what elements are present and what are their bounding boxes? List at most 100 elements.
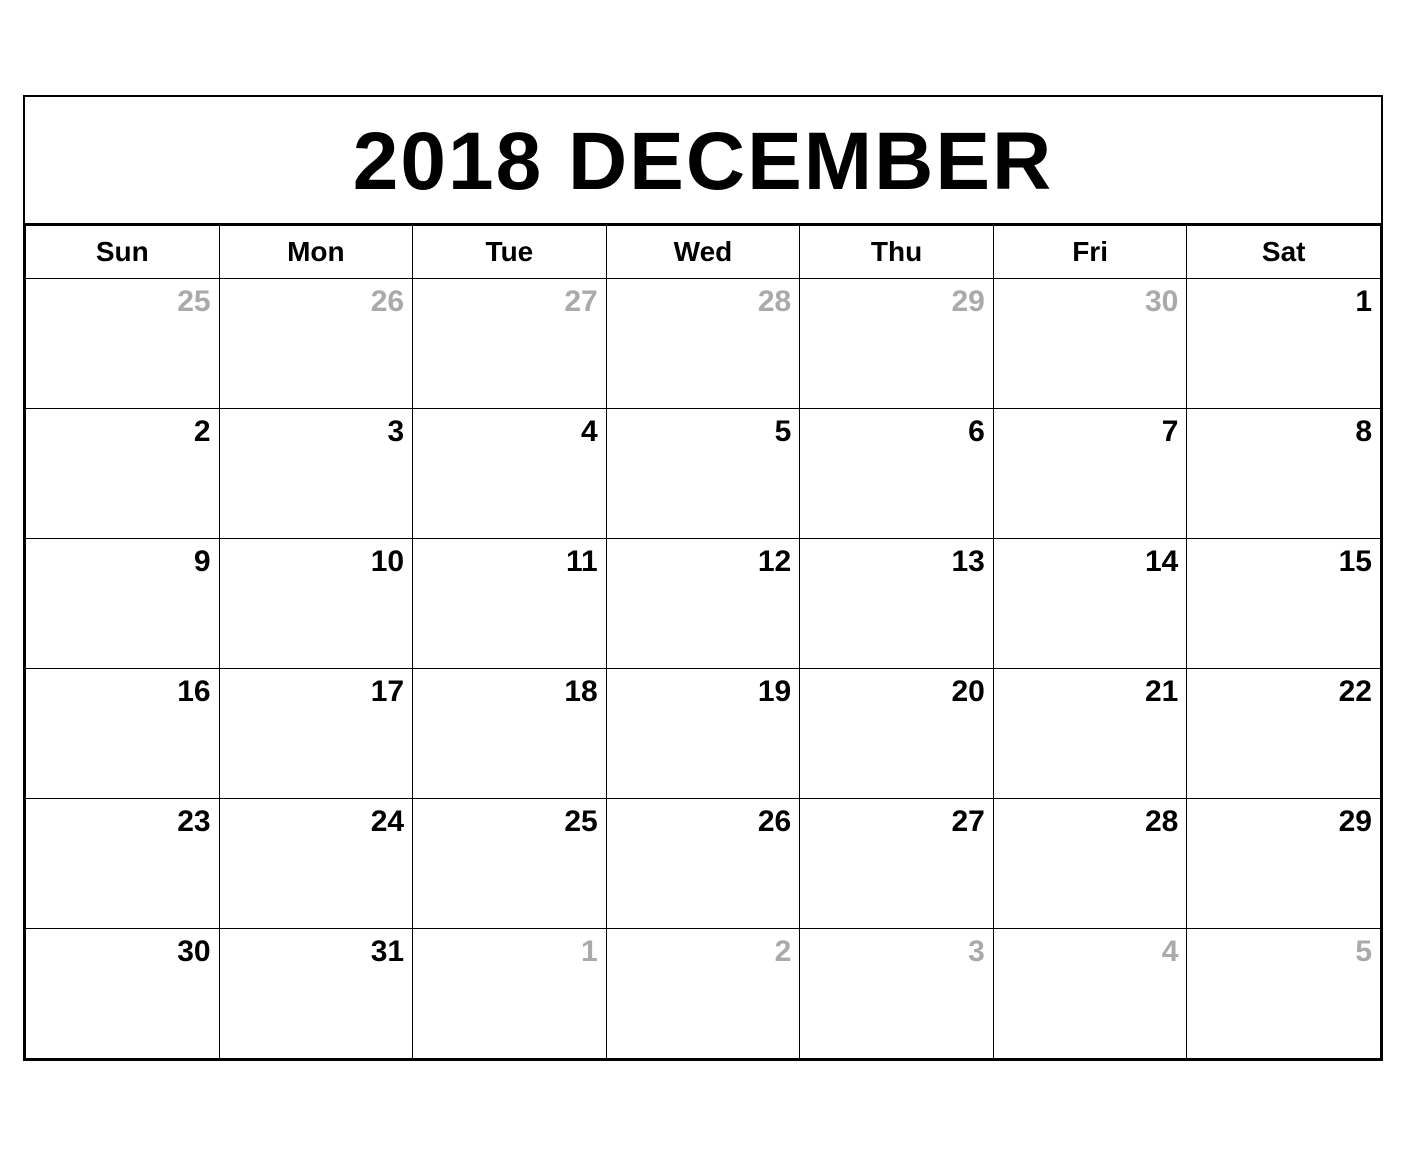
day-number: 9 xyxy=(26,545,211,579)
day-number: 6 xyxy=(800,415,985,449)
day-number: 2 xyxy=(26,415,211,449)
day-number: 31 xyxy=(220,935,405,969)
calendar-day-cell: 17 xyxy=(219,669,413,799)
calendar-day-cell: 11 xyxy=(413,539,607,669)
day-number: 1 xyxy=(1187,285,1372,319)
calendar-day-cell: 27 xyxy=(413,279,607,409)
day-number: 25 xyxy=(413,805,598,839)
day-number: 25 xyxy=(26,285,211,319)
calendar-day-cell: 2 xyxy=(26,409,220,539)
calendar-day-cell: 18 xyxy=(413,669,607,799)
day-number: 28 xyxy=(607,285,792,319)
calendar-day-cell: 29 xyxy=(800,279,994,409)
calendar-day-cell: 5 xyxy=(1187,929,1381,1059)
calendar-title: 2018 DECEMBER xyxy=(353,116,1053,207)
calendar-day-cell: 5 xyxy=(606,409,800,539)
day-of-week-header: Wed xyxy=(606,226,800,279)
day-number: 27 xyxy=(800,805,985,839)
day-number: 18 xyxy=(413,675,598,709)
calendar-day-cell: 28 xyxy=(993,799,1187,929)
day-number: 26 xyxy=(220,285,405,319)
day-number: 5 xyxy=(1187,935,1372,969)
calendar-day-cell: 26 xyxy=(606,799,800,929)
calendar-header: 2018 DECEMBER xyxy=(25,97,1381,225)
calendar-day-cell: 14 xyxy=(993,539,1187,669)
day-number: 19 xyxy=(607,675,792,709)
day-number: 27 xyxy=(413,285,598,319)
day-number: 23 xyxy=(26,805,211,839)
day-number: 20 xyxy=(800,675,985,709)
day-number: 8 xyxy=(1187,415,1372,449)
calendar-day-cell: 25 xyxy=(413,799,607,929)
calendar-day-cell: 13 xyxy=(800,539,994,669)
day-of-week-header: Sat xyxy=(1187,226,1381,279)
day-number: 7 xyxy=(994,415,1179,449)
calendar-day-cell: 31 xyxy=(219,929,413,1059)
calendar-day-cell: 15 xyxy=(1187,539,1381,669)
calendar-day-cell: 19 xyxy=(606,669,800,799)
calendar-day-cell: 10 xyxy=(219,539,413,669)
day-number: 22 xyxy=(1187,675,1372,709)
calendar-day-cell: 3 xyxy=(800,929,994,1059)
day-of-week-header: Tue xyxy=(413,226,607,279)
day-number: 4 xyxy=(413,415,598,449)
calendar-day-cell: 28 xyxy=(606,279,800,409)
calendar-day-cell: 1 xyxy=(1187,279,1381,409)
day-number: 14 xyxy=(994,545,1179,579)
day-number: 4 xyxy=(994,935,1179,969)
calendar-day-cell: 3 xyxy=(219,409,413,539)
calendar-container: 2018 DECEMBER SunMonTueWedThuFriSat 2526… xyxy=(23,95,1383,1061)
day-number: 17 xyxy=(220,675,405,709)
day-number: 29 xyxy=(1187,805,1372,839)
calendar-week-row: 9 1011 1213 1415 xyxy=(26,539,1381,669)
calendar-week-row: 30 3112345 xyxy=(26,929,1381,1059)
calendar-day-cell: 6 xyxy=(800,409,994,539)
calendar-day-cell: 16 xyxy=(26,669,220,799)
calendar-week-row: 25 2627 2829 301 xyxy=(26,279,1381,409)
calendar-day-cell: 4 xyxy=(993,929,1187,1059)
day-number: 16 xyxy=(26,675,211,709)
day-number: 30 xyxy=(994,285,1179,319)
calendar-week-row: 16 1718 1920 2122 xyxy=(26,669,1381,799)
calendar-day-cell: 22 xyxy=(1187,669,1381,799)
days-of-week-row: SunMonTueWedThuFriSat xyxy=(26,226,1381,279)
day-of-week-header: Thu xyxy=(800,226,994,279)
calendar-day-cell: 4 xyxy=(413,409,607,539)
day-of-week-header: Sun xyxy=(26,226,220,279)
calendar-grid: SunMonTueWedThuFriSat 252627282930123456… xyxy=(25,225,1381,1059)
day-number: 29 xyxy=(800,285,985,319)
day-number: 3 xyxy=(800,935,985,969)
day-number: 10 xyxy=(220,545,405,579)
day-of-week-header: Mon xyxy=(219,226,413,279)
calendar-day-cell: 1 xyxy=(413,929,607,1059)
day-number: 1 xyxy=(413,935,598,969)
calendar-week-row: 2345678 xyxy=(26,409,1381,539)
day-number: 21 xyxy=(994,675,1179,709)
calendar-day-cell: 20 xyxy=(800,669,994,799)
calendar-day-cell: 27 xyxy=(800,799,994,929)
calendar-day-cell: 9 xyxy=(26,539,220,669)
calendar-day-cell: 12 xyxy=(606,539,800,669)
day-number: 24 xyxy=(220,805,405,839)
calendar-day-cell: 24 xyxy=(219,799,413,929)
day-number: 26 xyxy=(607,805,792,839)
calendar-day-cell: 30 xyxy=(993,279,1187,409)
calendar-day-cell: 23 xyxy=(26,799,220,929)
calendar-day-cell: 30 xyxy=(26,929,220,1059)
day-number: 30 xyxy=(26,935,211,969)
day-number: 12 xyxy=(607,545,792,579)
day-number: 5 xyxy=(607,415,792,449)
day-number: 3 xyxy=(220,415,405,449)
day-number: 13 xyxy=(800,545,985,579)
calendar-day-cell: 26 xyxy=(219,279,413,409)
calendar-day-cell: 2 xyxy=(606,929,800,1059)
calendar-day-cell: 7 xyxy=(993,409,1187,539)
calendar-week-row: 23 2425 2627 2829 xyxy=(26,799,1381,929)
day-of-week-header: Fri xyxy=(993,226,1187,279)
day-number: 28 xyxy=(994,805,1179,839)
day-number: 15 xyxy=(1187,545,1372,579)
calendar-day-cell: 8 xyxy=(1187,409,1381,539)
calendar-day-cell: 29 xyxy=(1187,799,1381,929)
calendar-day-cell: 21 xyxy=(993,669,1187,799)
day-number: 11 xyxy=(413,545,598,579)
